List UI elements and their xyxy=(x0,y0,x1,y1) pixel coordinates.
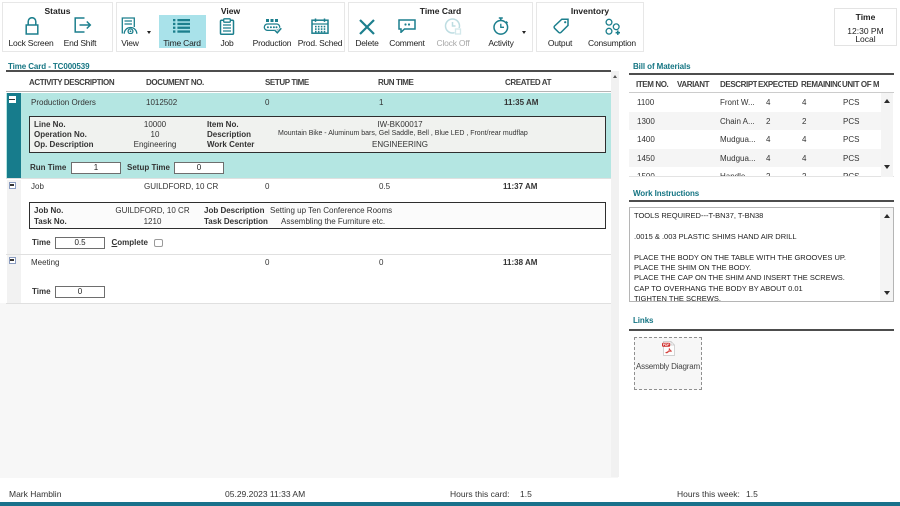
svg-text:PDF: PDF xyxy=(662,343,669,347)
